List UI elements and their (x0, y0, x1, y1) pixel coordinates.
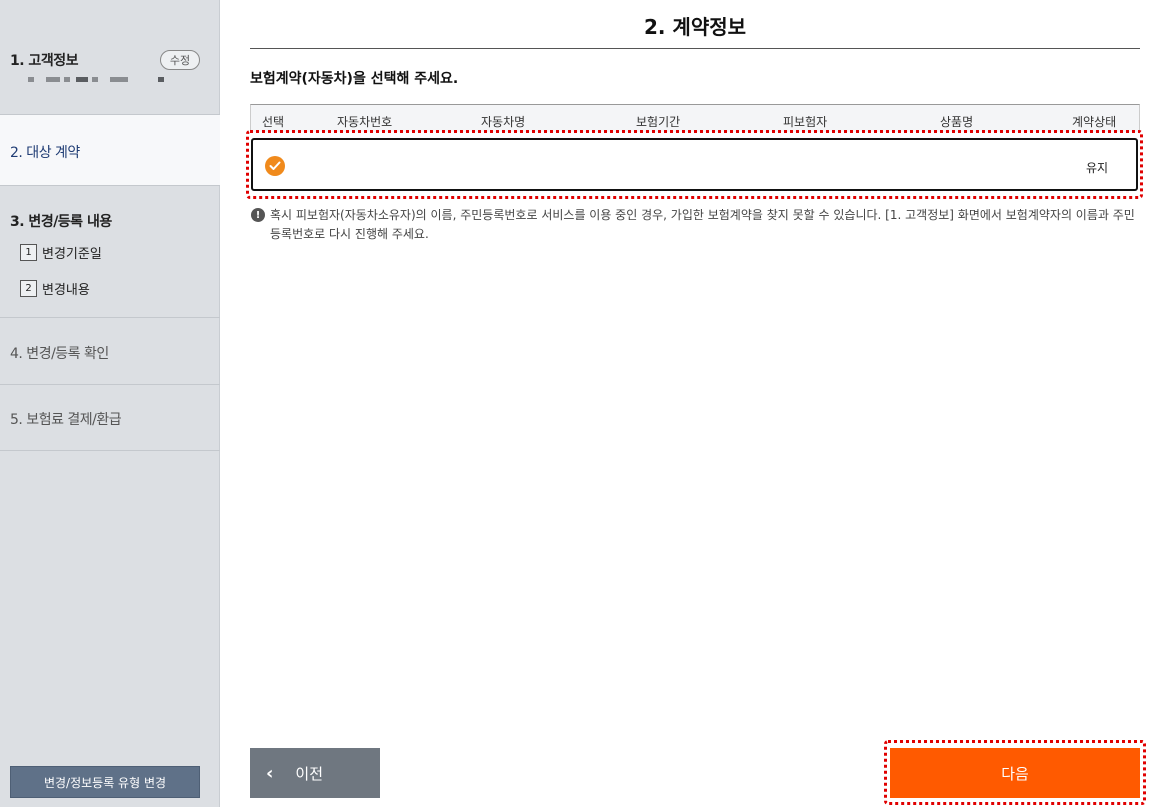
step-change-content-title: 3. 변경/등록 내용 (10, 214, 112, 230)
step-target-contract-title: 2. 대상 계약 (10, 145, 80, 161)
step-customer-info: 1. 고객정보 수정 (0, 0, 220, 115)
prev-button-label: 이전 (295, 764, 324, 783)
notice-message: 혹시 피보험자(자동차소유자)의 이름, 주민등록번호로 서비스를 이용 중인 … (270, 208, 1135, 241)
exclamation-icon: ! (251, 208, 265, 222)
sidebar: 1. 고객정보 수정 2. 대상 계약 3. 변경/등록 내용 1 변경기준일 … (0, 0, 220, 807)
column-header: 계약상태 (1072, 115, 1117, 129)
step-payment-title: 5. 보험료 결제/환급 (10, 412, 122, 428)
prev-button[interactable]: ‹ 이전 (250, 748, 380, 798)
instruction-text: 보험계약(자동차)을 선택해 주세요. (250, 71, 459, 87)
next-button[interactable]: 다음 (890, 748, 1140, 798)
step-customer-info-title: 1. 고객정보 (10, 53, 78, 69)
check-icon[interactable] (265, 156, 285, 176)
step-change-content: 3. 변경/등록 내용 1 변경기준일 2 변경내용 (0, 186, 220, 318)
step-confirm-title: 4. 변경/등록 확인 (10, 346, 109, 362)
notice-text: ! 혹시 피보험자(자동차소유자)의 이름, 주민등록번호로 서비스를 이용 중… (250, 206, 1140, 244)
sub-step-number: 1 (20, 244, 37, 261)
sub-step-change-detail[interactable]: 2 변경내용 (20, 279, 90, 298)
edit-button[interactable]: 수정 (160, 50, 200, 70)
table-row[interactable]: 유지 (251, 138, 1138, 191)
column-header: 상품명 (940, 115, 974, 129)
column-header: 선택 (262, 115, 285, 129)
column-header: 보험기간 (636, 115, 681, 129)
main-content: 2. 계약정보 보험계약(자동차)을 선택해 주세요. 선택 자동차번호 자동차… (220, 0, 1160, 807)
sub-step-label: 변경기준일 (42, 247, 102, 262)
contract-status: 유지 (1086, 161, 1109, 175)
step-target-contract[interactable]: 2. 대상 계약 (0, 115, 220, 186)
sub-step-change-date[interactable]: 1 변경기준일 (20, 243, 102, 262)
masked-customer-info (28, 77, 168, 83)
step-payment: 5. 보험료 결제/환급 (0, 385, 220, 451)
type-change-button[interactable]: 변경/정보등록 유형 변경 (10, 766, 200, 798)
column-header: 자동차명 (481, 115, 526, 129)
sub-step-number: 2 (20, 280, 37, 297)
sub-step-label: 변경내용 (42, 283, 90, 298)
page-title: 2. 계약정보 (250, 10, 1140, 49)
table-header: 선택 자동차번호 자동차명 보험기간 피보험자 상품명 계약상태 (250, 104, 1140, 132)
column-header: 자동차번호 (337, 115, 393, 129)
chevron-left-icon: ‹ (266, 762, 274, 784)
step-confirm: 4. 변경/등록 확인 (0, 318, 220, 385)
column-header: 피보험자 (783, 115, 828, 129)
